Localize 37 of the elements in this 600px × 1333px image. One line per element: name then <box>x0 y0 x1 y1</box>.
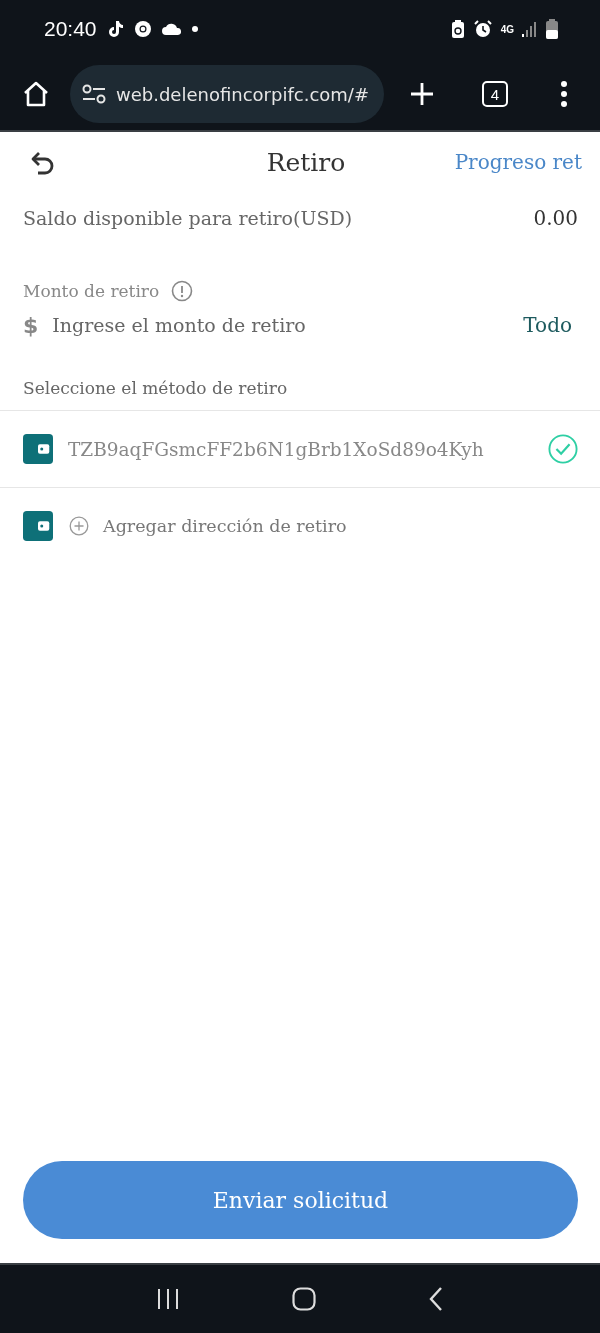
back-icon[interactable] <box>30 149 56 175</box>
url-text: web.delenofincorpifc.com/# <box>116 83 369 105</box>
check-circle-icon <box>548 434 578 464</box>
battery-saver-icon <box>450 19 465 39</box>
method-row[interactable]: TZB9aqFGsmcFF2b6N1gBrb1XoSd89o4Kyh <box>0 410 600 488</box>
submit-button[interactable]: Enviar solicitud <box>23 1161 578 1239</box>
wallet-icon <box>23 511 53 541</box>
balance-label: Saldo disponible para retiro(USD) <box>23 207 353 229</box>
currency-symbol: $ <box>23 312 39 338</box>
home-icon[interactable] <box>22 80 50 108</box>
dot-icon <box>190 25 199 33</box>
cloud-icon <box>160 21 183 37</box>
alarm-icon <box>472 19 493 39</box>
add-address-text: Agregar dirección de retiro <box>103 516 347 536</box>
tune-icon[interactable] <box>82 84 106 104</box>
battery-icon <box>546 19 558 39</box>
plus-icon[interactable] <box>410 82 434 106</box>
amount-label: Monto de retiro <box>23 281 160 301</box>
wallet-icon <box>23 434 53 464</box>
signal-icon <box>522 20 538 38</box>
more-icon[interactable] <box>560 81 568 107</box>
method-label: Seleccione el método de retiro <box>22 377 289 400</box>
browser-icon <box>132 19 153 39</box>
info-icon[interactable] <box>171 280 194 302</box>
address-bar[interactable]: web.delenofincorpifc.com/# <box>70 65 384 123</box>
add-circle-icon[interactable] <box>69 516 89 536</box>
balance-value: 0.00 <box>533 206 578 230</box>
all-button[interactable]: Todo <box>523 313 572 337</box>
network-label: 4G <box>500 23 514 35</box>
clock-time: 20:40 <box>44 17 97 41</box>
progress-link[interactable]: Progreso ret <box>454 150 582 174</box>
page-title: Retiro <box>266 147 346 177</box>
wallet-address: TZB9aqFGsmcFF2b6N1gBrb1XoSd89o4Kyh <box>68 438 484 460</box>
home-button-icon[interactable] <box>292 1287 316 1311</box>
tab-count-button[interactable]: 4 <box>482 81 508 107</box>
recent-apps-icon[interactable] <box>156 1288 180 1310</box>
method-row[interactable]: Agregar dirección de retiro <box>0 488 600 564</box>
